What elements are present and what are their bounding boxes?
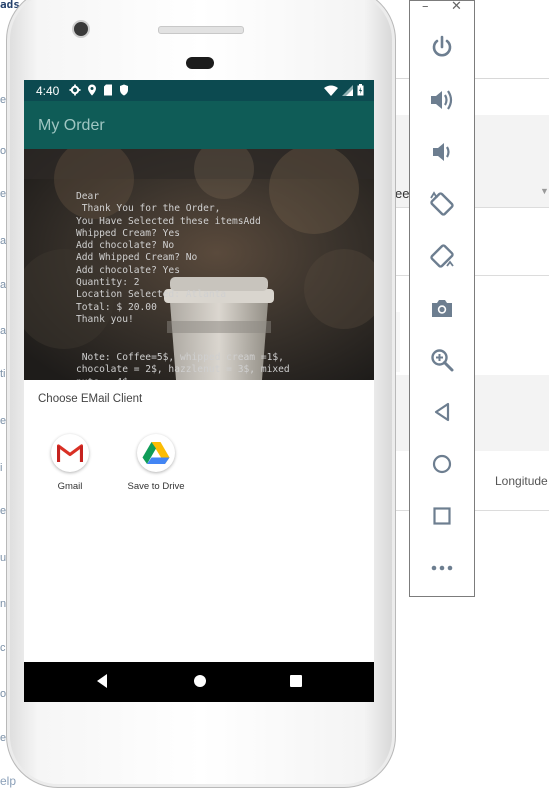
volume-up-icon[interactable]	[428, 86, 456, 114]
earpiece-speaker	[158, 26, 244, 34]
settings-icon	[69, 84, 81, 96]
background-column-header: Longitude	[495, 474, 548, 488]
zoom-icon[interactable]	[428, 346, 456, 374]
more-icon[interactable]	[428, 554, 456, 582]
minimize-button[interactable]: –	[422, 0, 429, 14]
gmail-label: Gmail	[57, 481, 83, 492]
drive-icon	[137, 434, 175, 472]
price-note-text: Note: Coffee=5$, whipped cream =1$, choc…	[76, 352, 290, 380]
close-button[interactable]: ✕	[451, 0, 462, 14]
overview-icon[interactable]	[428, 502, 456, 530]
android-nav-bar	[24, 662, 374, 702]
status-bar: 4:40	[24, 80, 374, 101]
background-letter: i	[0, 462, 3, 474]
background-letter: c	[0, 642, 6, 654]
gmail-option[interactable]: Gmail	[30, 434, 110, 492]
share-sheet: Choose EMail Client Gmail Save to Drive	[24, 380, 374, 662]
rotate-left-icon[interactable]	[428, 190, 456, 218]
battery-icon	[357, 84, 364, 96]
nav-back-icon[interactable]	[94, 673, 110, 689]
sd-card-icon	[104, 84, 112, 96]
app-bar: My Order	[24, 101, 374, 149]
proximity-sensor	[186, 57, 214, 69]
order-summary-text: Dear Thank You for the Order, You Have S…	[76, 191, 261, 325]
share-sheet-title: Choose EMail Client	[38, 393, 143, 405]
wifi-icon	[324, 85, 338, 96]
background-help-link[interactable]: elp	[0, 774, 16, 788]
save-to-drive-label: Save to Drive	[127, 481, 185, 492]
page-title: My Order	[38, 117, 105, 134]
front-camera	[72, 20, 90, 38]
location-icon	[88, 84, 96, 96]
gmail-icon	[51, 434, 89, 472]
camera-icon[interactable]	[428, 294, 456, 322]
signal-icon	[342, 84, 353, 96]
rotate-right-icon[interactable]	[428, 242, 456, 270]
background-dropdown-icon: ▼	[540, 186, 549, 196]
save-to-drive-option[interactable]: Save to Drive	[116, 434, 196, 492]
background-text: ee	[395, 186, 410, 201]
status-time: 4:40	[36, 84, 60, 98]
home-icon[interactable]	[428, 450, 456, 478]
phone-screen: 4:40 My Order Dear Thank You for the Ord…	[24, 80, 374, 702]
nav-overview-icon[interactable]	[288, 673, 304, 689]
emulator-toolbar: – ✕	[409, 0, 475, 597]
nav-home-icon[interactable]	[192, 673, 208, 689]
volume-down-icon[interactable]	[428, 138, 456, 166]
back-icon[interactable]	[428, 398, 456, 426]
power-icon[interactable]	[428, 33, 456, 61]
order-summary-panel: Dear Thank You for the Order, You Have S…	[24, 149, 374, 380]
background-letter: ti	[0, 368, 6, 380]
shield-icon	[120, 84, 128, 96]
